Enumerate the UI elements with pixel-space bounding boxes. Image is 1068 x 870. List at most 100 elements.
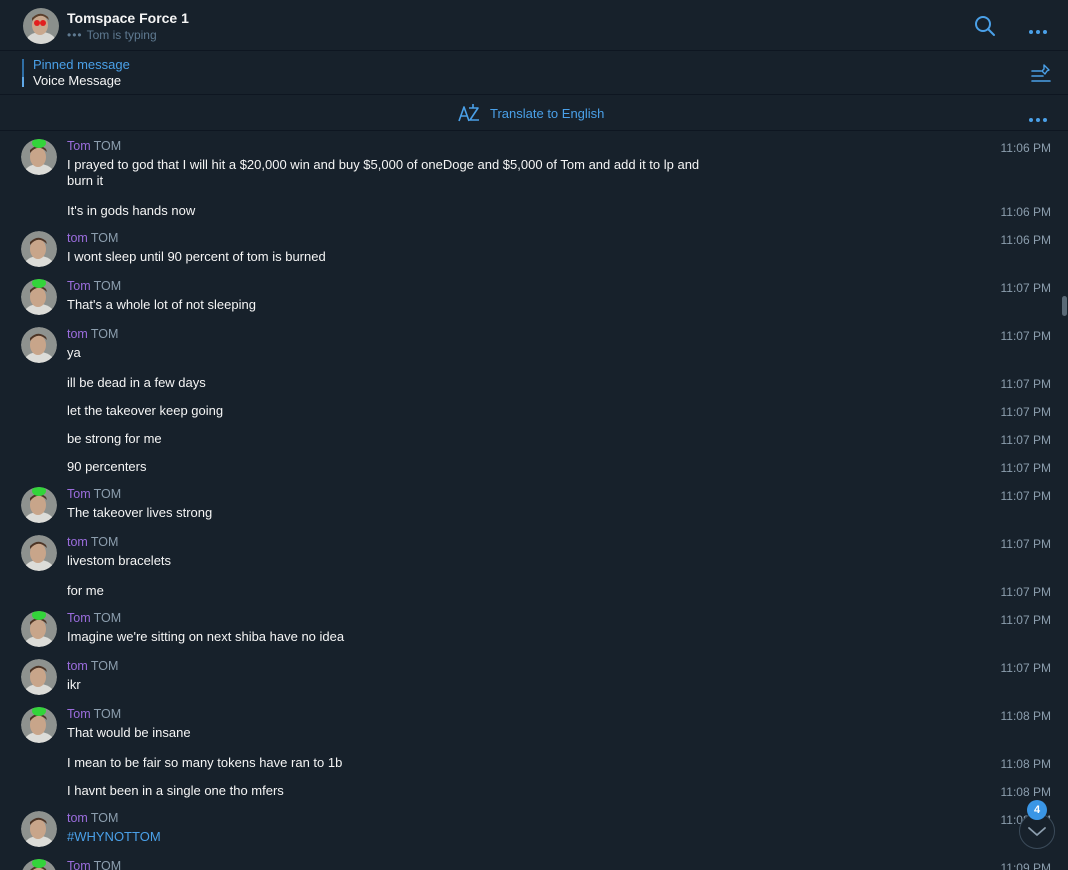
more-icon[interactable]: [1028, 22, 1048, 40]
avatar[interactable]: [21, 535, 57, 571]
sender-name[interactable]: Tom: [67, 611, 91, 625]
message-text: ill be dead in a few days: [67, 375, 206, 390]
message-text: I mean to be fair so many tokens have ra…: [67, 755, 343, 770]
translate-label: Translate to English: [490, 105, 605, 121]
message-sender[interactable]: Tom TOM: [67, 279, 121, 293]
sender-tag: TOM: [93, 279, 122, 293]
message-time: 11:06 PM: [1000, 141, 1051, 155]
pinned-label: Pinned message: [33, 57, 130, 72]
avatar[interactable]: [21, 279, 57, 315]
message-sender[interactable]: tom TOM: [67, 659, 118, 673]
message-text: I prayed to god that I will hit a $20,00…: [67, 157, 700, 188]
avatar[interactable]: [21, 859, 57, 870]
message-sender[interactable]: tom TOM: [67, 231, 118, 245]
message-time: 11:07 PM: [1000, 329, 1051, 343]
sender-name[interactable]: Tom: [67, 859, 91, 870]
message-text: ikr: [67, 677, 81, 692]
sender-tag: TOM: [90, 659, 119, 673]
sender-name[interactable]: Tom: [67, 139, 91, 153]
message-text: 90 percenters: [67, 459, 147, 474]
message-time: 11:07 PM: [1000, 281, 1051, 295]
message-text: I havnt been in a single one tho mfers: [67, 783, 284, 798]
chat-header: Tomspace Force 1 ••• Tom is typing: [0, 0, 1068, 51]
chat-avatar[interactable]: [23, 8, 59, 49]
avatar[interactable]: [21, 811, 57, 847]
hashtag-link[interactable]: #WHYNOTTOM: [67, 829, 707, 845]
translate-bar: Translate to English: [0, 95, 1068, 131]
message-time: 11:09 PM: [1000, 861, 1051, 870]
message-sender[interactable]: tom TOM: [67, 535, 118, 549]
sender-tag: TOM: [93, 859, 122, 870]
pinned-message-bar[interactable]: Pinned message Voice Message: [0, 51, 1068, 95]
message-text: That would be insane: [67, 725, 191, 740]
pinned-list-icon[interactable]: [1030, 63, 1052, 88]
chat-title[interactable]: Tomspace Force 1: [67, 10, 189, 26]
pinned-value: Voice Message: [33, 73, 122, 88]
sender-tag: TOM: [90, 811, 119, 825]
typing-status: ••• Tom is typing: [67, 28, 157, 42]
message-time: 11:07 PM: [1000, 489, 1051, 503]
message-sender[interactable]: tom TOM: [67, 811, 118, 825]
unread-badge: 4: [1027, 800, 1047, 820]
typing-status-text: Tom is typing: [86, 28, 157, 42]
message-time: 11:07 PM: [1000, 377, 1051, 391]
sender-name[interactable]: tom: [67, 327, 88, 341]
message-time: 11:08 PM: [1000, 709, 1051, 723]
avatar[interactable]: [21, 707, 57, 743]
message-time: 11:07 PM: [1000, 585, 1051, 599]
message-sender[interactable]: Tom TOM: [67, 611, 121, 625]
sender-name[interactable]: tom: [67, 811, 88, 825]
avatar[interactable]: [21, 659, 57, 695]
message-text: I wont sleep until 90 percent of tom is …: [67, 249, 326, 264]
message-time: 11:08 PM: [1000, 785, 1051, 799]
translate-icon: [458, 104, 479, 122]
typing-dots: •••: [67, 28, 83, 42]
translate-more-icon[interactable]: [1028, 110, 1048, 128]
avatar[interactable]: [21, 231, 57, 267]
message-time: 11:07 PM: [1000, 461, 1051, 475]
sender-tag: TOM: [93, 611, 122, 625]
search-icon[interactable]: [974, 15, 996, 42]
sender-tag: TOM: [93, 487, 122, 501]
message-time: 11:07 PM: [1000, 405, 1051, 419]
message-text: livestom bracelets: [67, 553, 172, 568]
message-text: let the takeover keep going: [67, 403, 224, 418]
message-time: 11:07 PM: [1000, 613, 1051, 627]
scrollbar-thumb[interactable]: [1062, 296, 1067, 316]
avatar[interactable]: [21, 327, 57, 363]
message-time: 11:07 PM: [1000, 661, 1051, 675]
message-sender[interactable]: Tom TOM: [67, 859, 121, 870]
message-time: 11:06 PM: [1000, 205, 1051, 219]
avatar[interactable]: [21, 139, 57, 175]
sender-name[interactable]: tom: [67, 231, 88, 245]
avatar[interactable]: [21, 487, 57, 523]
pinned-indicator-active: [22, 77, 24, 87]
message-sender[interactable]: Tom TOM: [67, 707, 121, 721]
message-text: be strong for me: [67, 431, 162, 446]
message-time: 11:06 PM: [1000, 233, 1051, 247]
message-sender[interactable]: Tom TOM: [67, 487, 121, 501]
translate-button[interactable]: Translate to English: [458, 103, 604, 123]
sender-tag: TOM: [93, 139, 122, 153]
message-sender[interactable]: Tom TOM: [67, 139, 121, 153]
sender-tag: TOM: [93, 707, 122, 721]
sender-name[interactable]: Tom: [67, 707, 91, 721]
message-time: 11:07 PM: [1000, 537, 1051, 551]
message-text: ya: [67, 345, 81, 360]
sender-name[interactable]: tom: [67, 659, 88, 673]
message-text: The takeover lives strong: [67, 505, 213, 520]
message-text: That's a whole lot of not sleeping: [67, 297, 256, 312]
sender-name[interactable]: Tom: [67, 487, 91, 501]
sender-name[interactable]: tom: [67, 535, 88, 549]
sender-name[interactable]: Tom: [67, 279, 91, 293]
sender-tag: TOM: [90, 327, 119, 341]
message-time: 11:07 PM: [1000, 433, 1051, 447]
message-time: 11:08 PM: [1000, 757, 1051, 771]
message-text: for me: [67, 583, 104, 598]
avatar[interactable]: [21, 611, 57, 647]
message-sender[interactable]: tom TOM: [67, 327, 118, 341]
message-text: It's in gods hands now: [67, 203, 196, 218]
message-list[interactable]: Tom TOM I prayed to god that I will hit a …: [0, 131, 1068, 870]
message-text: Imagine we're sitting on next shiba have…: [67, 629, 345, 644]
sender-tag: TOM: [90, 535, 119, 549]
